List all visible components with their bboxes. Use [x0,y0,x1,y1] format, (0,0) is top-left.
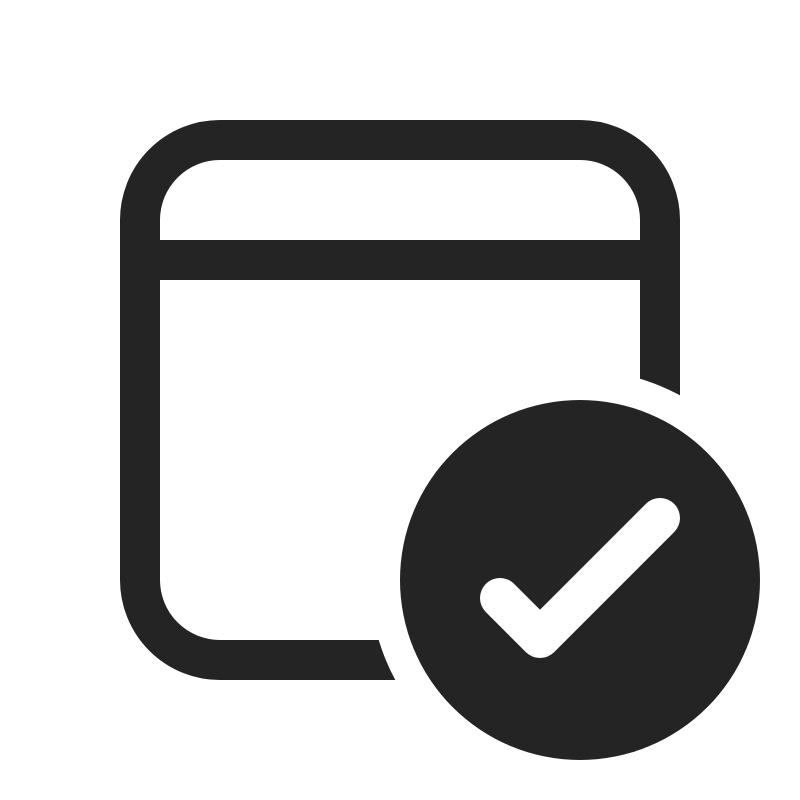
icon-canvas [0,0,800,800]
calendar-checkmark-icon [120,120,760,760]
